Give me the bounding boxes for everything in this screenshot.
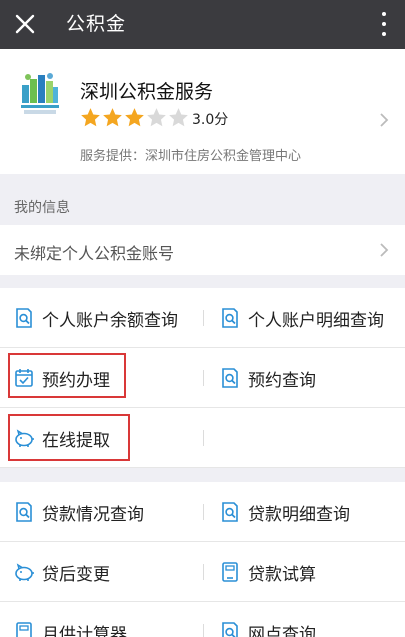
divider xyxy=(203,624,204,637)
grid-item-loan-status-query[interactable]: 贷款情况查询 xyxy=(12,482,202,542)
rating-stars xyxy=(80,107,190,128)
divider xyxy=(203,370,204,386)
grid-row: 个人账户余额查询 个人账户明细查询 xyxy=(0,288,405,348)
grid-row: 贷款情况查询 贷款明细查询 xyxy=(0,482,405,542)
grid-item-post-loan-change[interactable]: 贷后变更 xyxy=(12,542,202,602)
star-filled-icon xyxy=(81,108,100,127)
grid-item-label: 贷款情况查询 xyxy=(42,504,144,525)
service-card[interactable]: 深圳公积金服务 3.0分 服务提供：深圳市住房公积金管理中心 xyxy=(0,49,405,174)
page-title: 公积金 xyxy=(66,13,127,35)
top-bar: 公积金 xyxy=(0,0,405,49)
service-group-loan: 贷款情况查询 贷款明细查询 贷后变更 贷款试算 月供计算器 网点查询 xyxy=(0,482,405,637)
divider xyxy=(203,564,204,580)
grid-item-detail-query[interactable]: 个人账户明细查询 xyxy=(218,288,405,348)
search-doc-icon xyxy=(218,306,242,330)
service-name: 深圳公积金服务 xyxy=(80,81,214,103)
divider xyxy=(203,430,204,446)
star-filled-icon xyxy=(125,108,144,127)
close-icon[interactable] xyxy=(8,7,42,41)
grid-item-loan-calculation[interactable]: 贷款试算 xyxy=(218,542,405,602)
grid-item-balance-query[interactable]: 个人账户余额查询 xyxy=(12,288,202,348)
section-label-my-info: 我的信息 xyxy=(14,200,70,216)
service-logo xyxy=(20,71,60,117)
search-doc-icon xyxy=(12,500,36,524)
rating-score: 3.0分 xyxy=(192,112,229,128)
grid-row: 月供计算器 网点查询 xyxy=(0,602,405,637)
grid-item-label: 网点查询 xyxy=(248,624,316,637)
star-empty-icon xyxy=(169,108,188,127)
grid-item-label: 预约查询 xyxy=(248,370,316,391)
bind-account-text: 未绑定个人公积金账号 xyxy=(14,244,175,263)
star-empty-icon xyxy=(147,108,166,127)
grid-item-monthly-calculator[interactable]: 月供计算器 xyxy=(12,602,202,637)
chevron-right-icon xyxy=(379,242,389,262)
grid-item-label: 个人账户明细查询 xyxy=(248,310,384,331)
grid-item-branch-query[interactable]: 网点查询 xyxy=(218,602,405,637)
more-menu-icon[interactable] xyxy=(377,10,391,38)
search-doc-icon xyxy=(218,620,242,637)
grid-item-label: 贷款明细查询 xyxy=(248,504,350,525)
calculator-icon xyxy=(218,560,242,584)
grid-item-label: 月供计算器 xyxy=(42,624,127,637)
search-doc-icon xyxy=(12,306,36,330)
grid-item-label: 贷款试算 xyxy=(248,564,316,585)
highlight-box-online-withdraw xyxy=(8,414,130,461)
star-filled-icon xyxy=(103,108,122,127)
divider xyxy=(203,310,204,326)
calculator-icon xyxy=(12,620,36,637)
chevron-right-icon xyxy=(379,112,389,132)
grid-row: 贷后变更 贷款试算 xyxy=(0,542,405,602)
bind-account-row[interactable]: 未绑定个人公积金账号 xyxy=(0,225,405,275)
divider xyxy=(203,504,204,520)
highlight-box-appointment xyxy=(8,353,126,398)
grid-item-appointment-query[interactable]: 预约查询 xyxy=(218,348,405,408)
search-doc-icon xyxy=(218,366,242,390)
search-doc-icon xyxy=(218,500,242,524)
grid-item-label: 个人账户余额查询 xyxy=(42,310,178,331)
grid-item-loan-detail-query[interactable]: 贷款明细查询 xyxy=(218,482,405,542)
piggy-bank-icon xyxy=(12,560,36,584)
service-provider: 服务提供：深圳市住房公积金管理中心 xyxy=(80,149,302,164)
grid-item-label: 贷后变更 xyxy=(42,564,110,585)
